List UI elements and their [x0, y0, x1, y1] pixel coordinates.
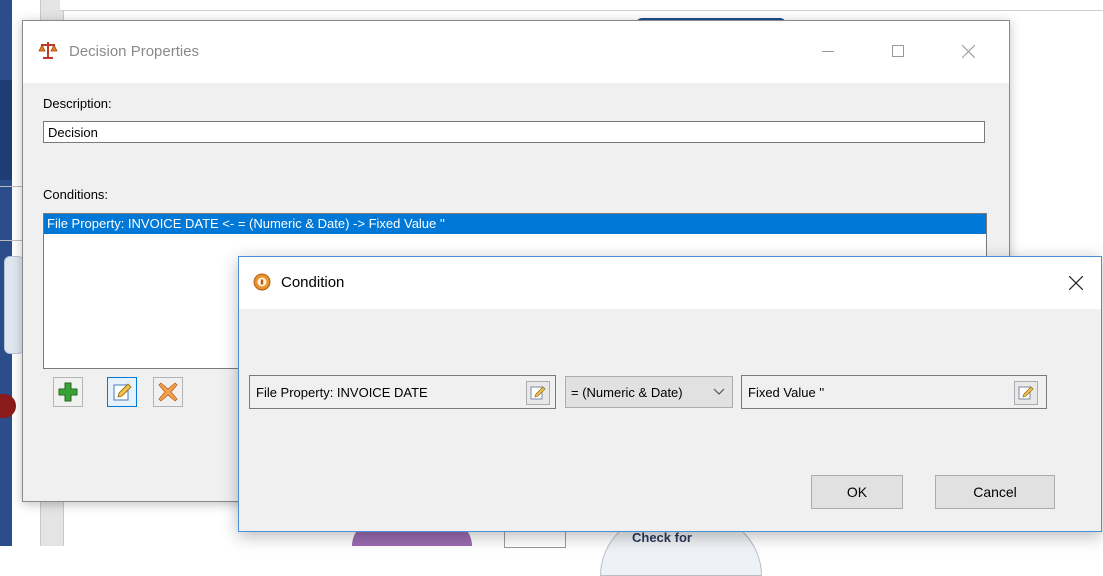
- description-input[interactable]: [43, 121, 985, 143]
- edit-right-operand-button[interactable]: [1014, 381, 1038, 405]
- bg-side-tab[interactable]: [4, 256, 24, 354]
- bg-sidebar-bar-dark: [0, 80, 12, 180]
- minimize-button[interactable]: [805, 35, 851, 67]
- close-icon: [1069, 276, 1083, 290]
- description-label: Description:: [43, 96, 112, 111]
- condition-dialog-title: Condition: [281, 274, 345, 291]
- edit-icon: [1018, 386, 1034, 400]
- edit-icon: [113, 383, 132, 401]
- condition-titlebar[interactable]: Condition: [239, 257, 1101, 309]
- edit-left-operand-button[interactable]: [526, 381, 550, 405]
- ok-button[interactable]: OK: [811, 475, 903, 509]
- minimize-icon: [822, 51, 834, 52]
- operator-select[interactable]: = (Numeric & Date): [565, 376, 733, 408]
- list-item[interactable]: File Property: INVOICE DATE <- = (Numeri…: [44, 214, 986, 234]
- decision-titlebar[interactable]: Decision Properties: [23, 21, 1009, 83]
- condition-close-button[interactable]: [1053, 267, 1099, 299]
- delete-icon: [158, 382, 178, 402]
- decision-close-button[interactable]: [945, 35, 991, 67]
- maximize-icon: [892, 45, 904, 57]
- add-condition-button[interactable]: [53, 377, 83, 407]
- operator-value: = (Numeric & Date): [571, 384, 683, 400]
- condition-dialog: Condition File Property: INVOICE DATE = …: [238, 256, 1102, 532]
- bg-node-label: Check for: [632, 530, 692, 545]
- close-icon: [961, 44, 975, 58]
- right-operand-field: Fixed Value '': [741, 375, 1047, 409]
- conditions-label: Conditions:: [43, 187, 109, 202]
- scales-icon: [37, 39, 59, 61]
- maximize-button[interactable]: [875, 35, 921, 67]
- decision-window-title: Decision Properties: [69, 43, 200, 60]
- left-operand-value: File Property: INVOICE DATE: [256, 384, 428, 400]
- add-icon: [58, 382, 78, 402]
- delete-condition-button[interactable]: [153, 377, 183, 407]
- cancel-button[interactable]: Cancel: [935, 475, 1055, 509]
- left-operand-field: File Property: INVOICE DATE: [249, 375, 556, 409]
- right-operand-value: Fixed Value '': [748, 384, 825, 400]
- info-circle-icon: [253, 273, 271, 291]
- edit-icon: [530, 386, 546, 400]
- chevron-down-icon: [713, 388, 725, 395]
- edit-condition-button[interactable]: [107, 377, 137, 407]
- bg-top-band: [60, 0, 1103, 11]
